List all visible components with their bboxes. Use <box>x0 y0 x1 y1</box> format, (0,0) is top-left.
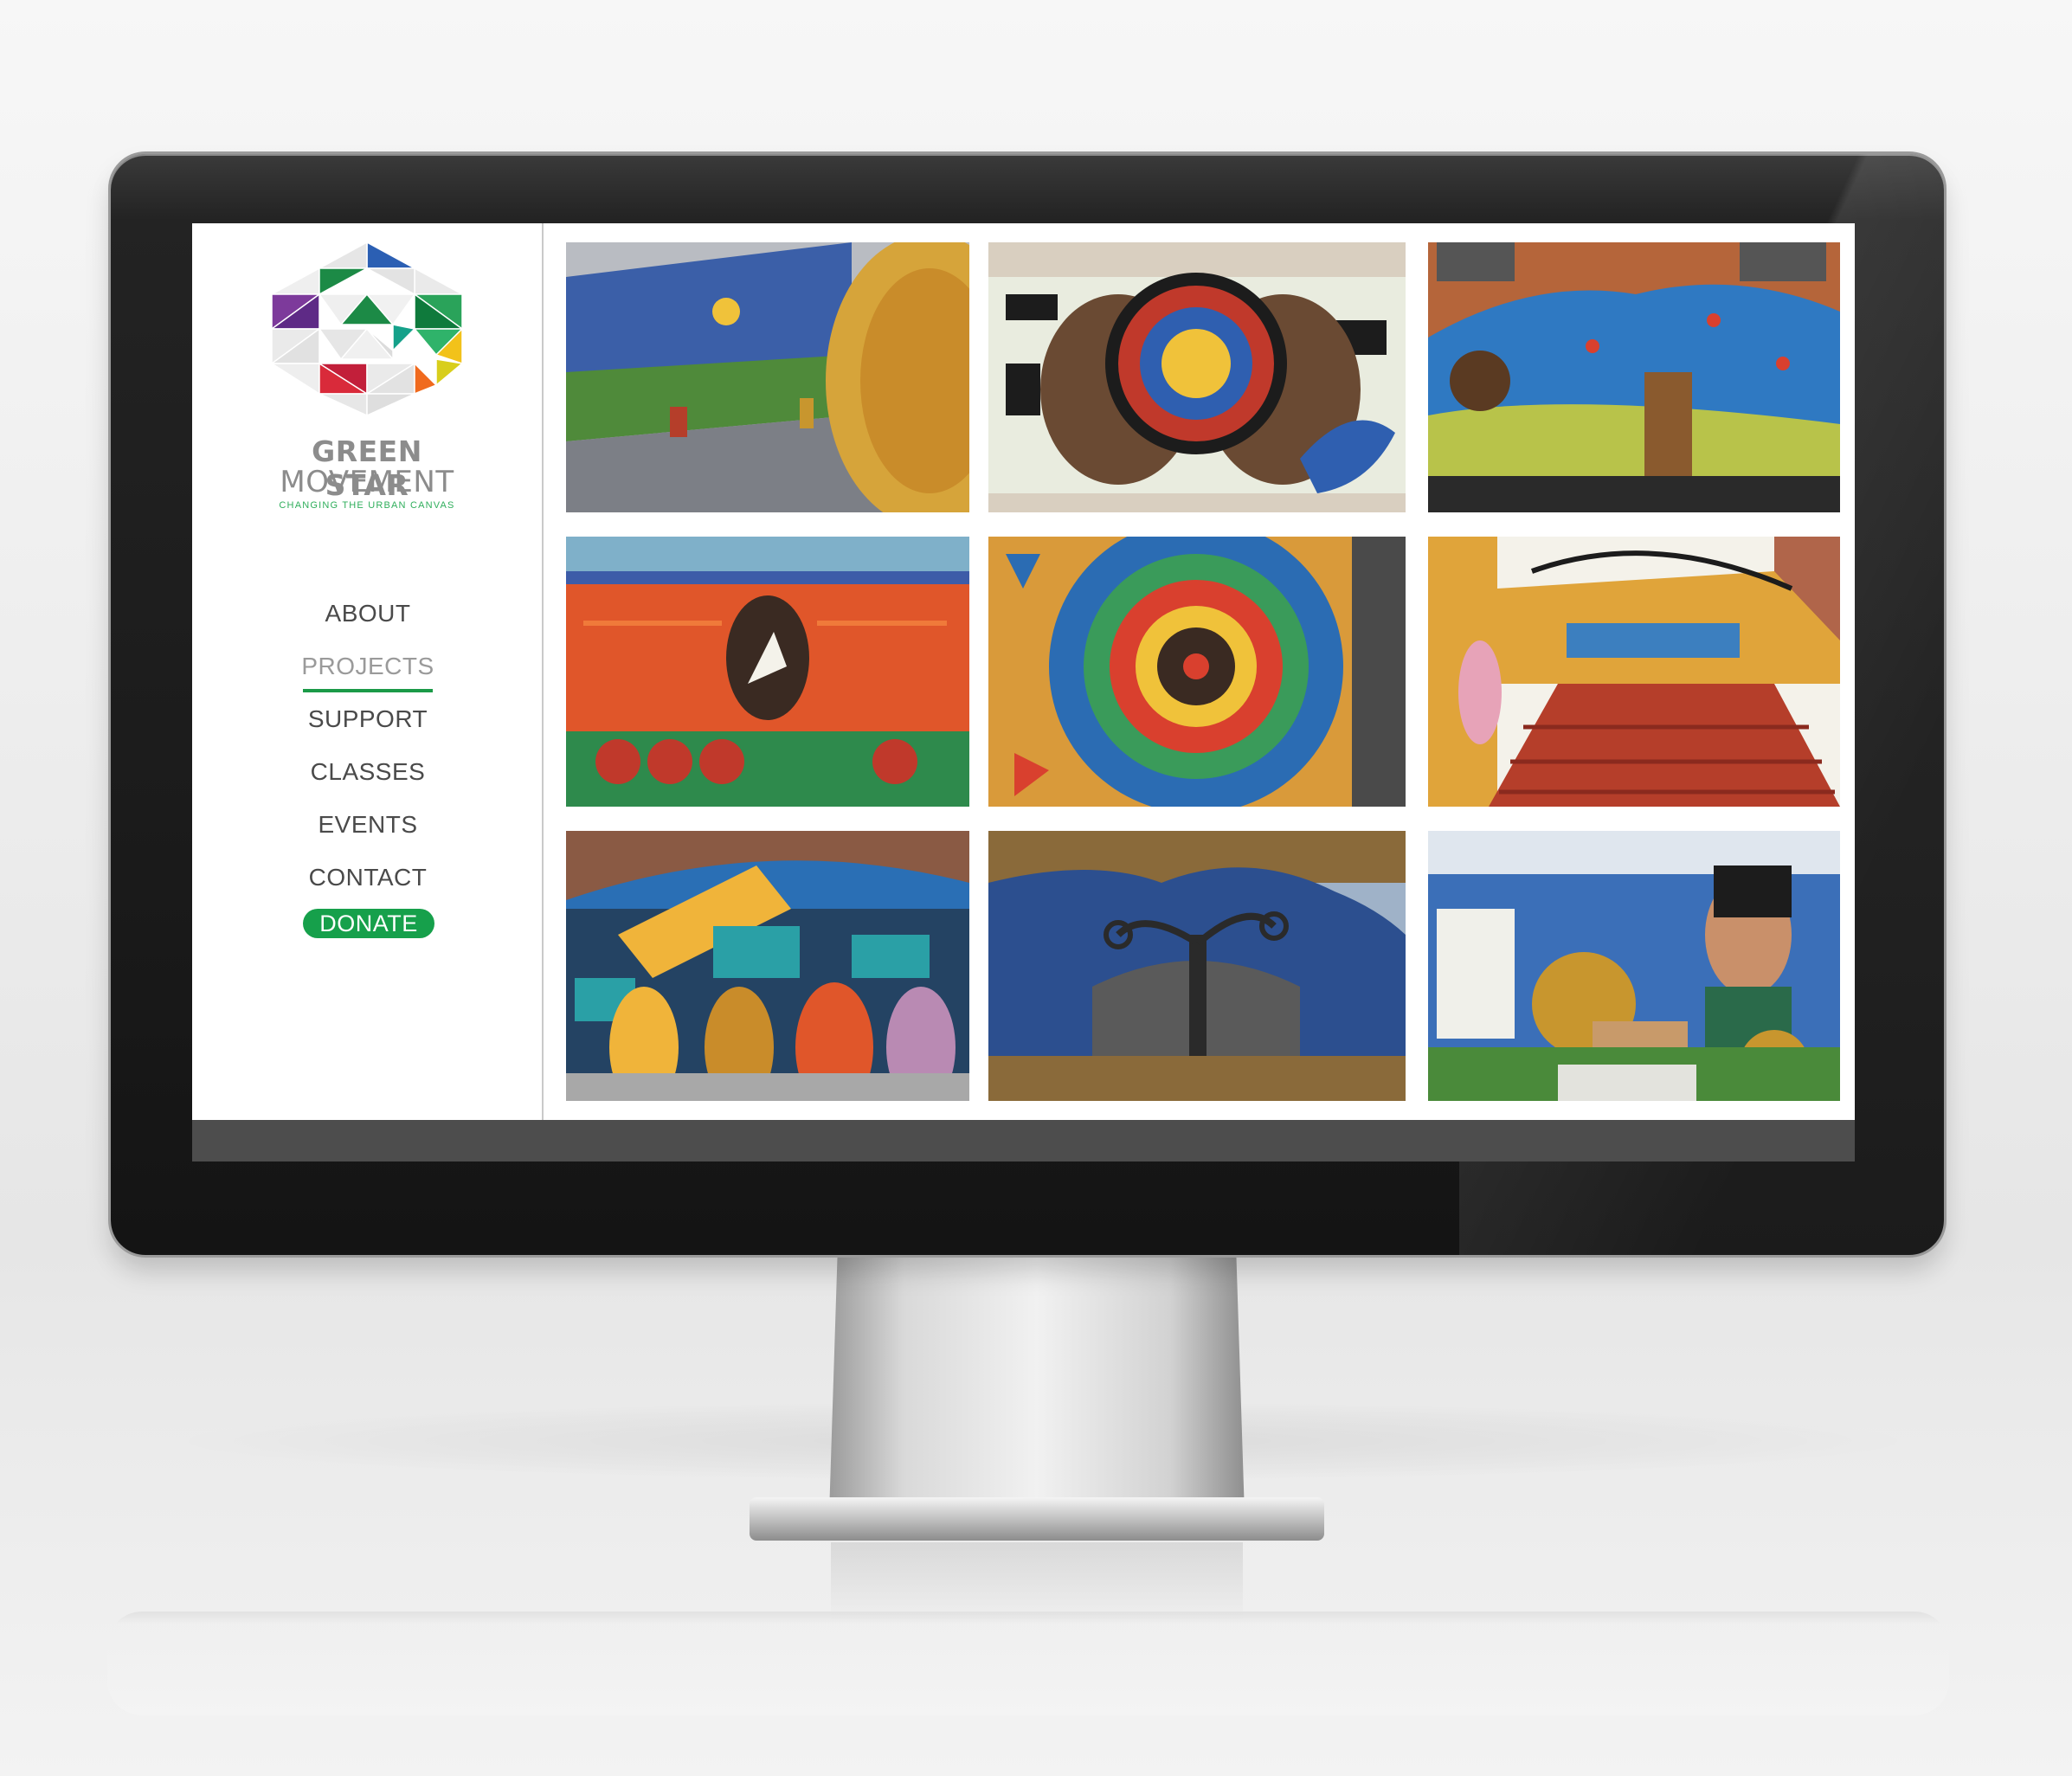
mosaic-mandala-image <box>988 537 1406 807</box>
gallery-tile-5[interactable] <box>988 537 1406 807</box>
gallery-tile-7[interactable] <box>566 831 969 1101</box>
brand-tagline: CHANGING THE URBAN CANVAS <box>279 500 455 511</box>
mosaic-hiawatha-poem-image <box>566 537 969 807</box>
nav-item-support[interactable]: SUPPORT <box>192 692 544 745</box>
mosaic-spiral-tree-image <box>988 831 1406 1101</box>
monitor-stand-neck <box>829 1255 1245 1515</box>
nav-item-projects-label: PROJECTS <box>301 653 434 679</box>
gallery-tile-6[interactable] <box>1428 537 1840 807</box>
gallery-tile-2[interactable] <box>988 242 1406 512</box>
mosaic-education-protest-image <box>566 831 969 1101</box>
mosaic-music-staircase-image <box>1428 537 1840 807</box>
nav-item-classes[interactable]: CLASSES <box>192 745 544 798</box>
floor-reflection <box>107 1612 1949 1715</box>
website-screen: GREEN STAR MOVEMENT CHANGING THE URBAN C… <box>192 223 1855 1161</box>
gallery-tile-8[interactable] <box>988 831 1406 1101</box>
gallery-tile-1[interactable] <box>566 242 969 512</box>
hexagon-logo-icon <box>272 242 462 415</box>
gallery-tile-3[interactable] <box>1428 242 1840 512</box>
nav-item-about[interactable]: ABOUT <box>192 587 544 640</box>
mosaic-alley-wall-image <box>566 242 969 512</box>
active-nav-underline <box>303 689 433 692</box>
screen-bottom-bar <box>192 1120 1855 1161</box>
monitor-stand-base <box>750 1497 1324 1541</box>
stand-reflection <box>831 1542 1243 1620</box>
gallery-tile-4[interactable] <box>566 537 969 807</box>
donate-button[interactable]: DONATE <box>303 909 434 938</box>
mosaic-hands-medallion-image <box>988 242 1406 512</box>
main-nav: ABOUT PROJECTS SUPPORT CLASSES EVENTS CO… <box>192 587 544 904</box>
mosaic-garden-portrait-image <box>1428 831 1840 1101</box>
sidebar: GREEN STAR MOVEMENT CHANGING THE URBAN C… <box>192 223 544 1120</box>
mosaic-tree-of-life-wall-image <box>1428 242 1840 512</box>
brand-logo[interactable]: GREEN STAR MOVEMENT CHANGING THE URBAN C… <box>272 242 462 511</box>
gallery-tile-9[interactable] <box>1428 831 1840 1101</box>
nav-item-projects[interactable]: PROJECTS <box>192 640 544 692</box>
nav-item-events[interactable]: EVENTS <box>192 798 544 851</box>
brand-name-line2: MOVEMENT <box>280 465 454 499</box>
nav-item-contact[interactable]: CONTACT <box>192 851 544 904</box>
